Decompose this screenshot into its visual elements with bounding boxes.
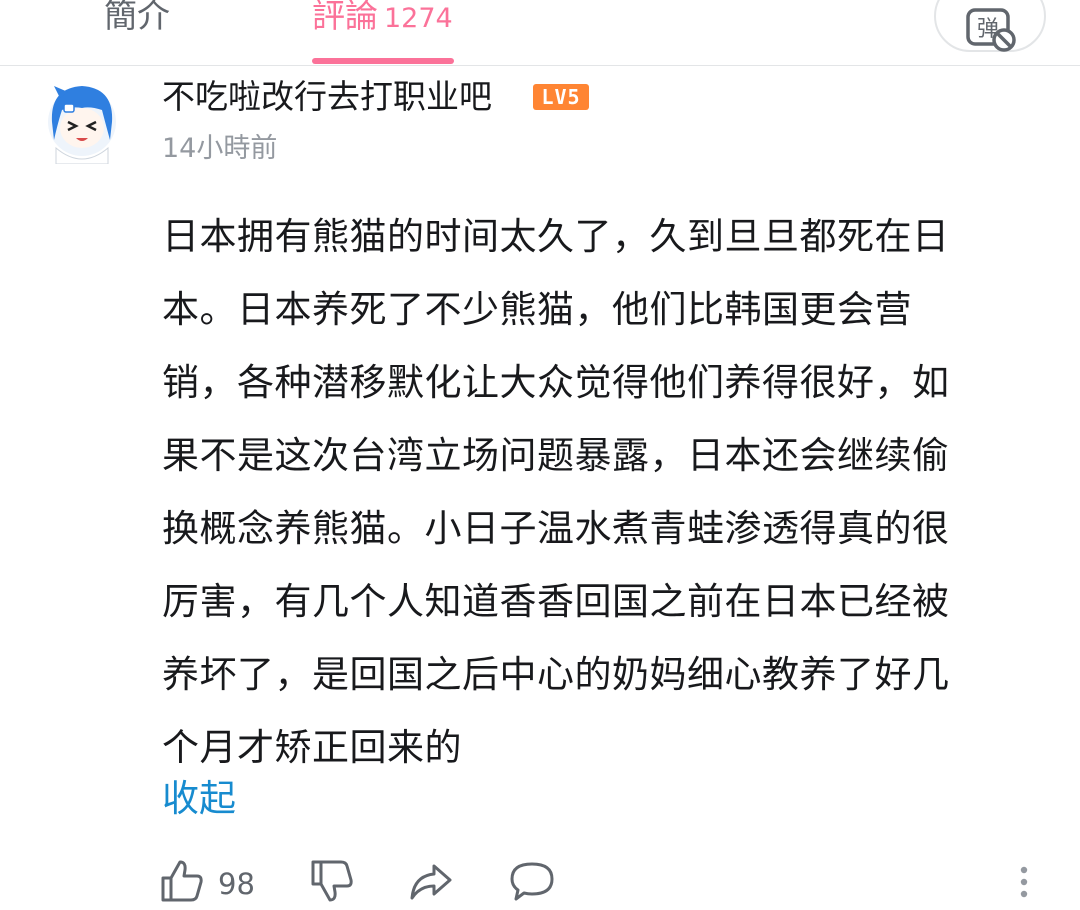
tab-comments[interactable]: 評論 1274 — [312, 0, 453, 41]
comment-line: 本。日本养死了不少熊猫，他们比韩国更会营 — [162, 288, 912, 331]
comment-bubble-icon — [510, 862, 554, 901]
comment-line: 日本拥有熊猫的时间太久了，久到旦旦都死在日 — [162, 215, 950, 258]
reply-button[interactable] — [508, 858, 556, 908]
avatar[interactable] — [44, 78, 120, 165]
share-button[interactable] — [408, 858, 454, 908]
like-button[interactable] — [160, 858, 204, 908]
dislike-button[interactable] — [310, 858, 354, 908]
comment-line: 养坏了，是回国之后中心的奶妈细心教养了好几 — [162, 653, 950, 696]
like-count: 98 — [218, 867, 255, 901]
active-tab-indicator — [312, 58, 454, 64]
comment-line: 厉害，有几个人知道香香回国之前在日本已经被 — [162, 580, 950, 623]
more-options-button[interactable] — [1014, 864, 1034, 908]
comment-line: 果不是这次台湾立场问题暴露，日本还会继续偷 — [162, 434, 950, 477]
danmaku-off-icon: 弹 — [966, 8, 1016, 52]
comment-line: 个月才矫正回来的 — [162, 726, 462, 769]
more-vertical-icon — [1020, 866, 1028, 898]
comment-actions: 98 — [0, 850, 1080, 910]
comment-username[interactable]: 不吃啦改行去打职业吧 — [162, 74, 492, 120]
tab-comments-label: 評論 — [312, 0, 378, 35]
comment-line: 销，各种潜移默化让大众觉得他们养得很好，如 — [162, 361, 950, 404]
comment-line: 换概念养熊猫。小日子温水煮青蛙渗透得真的很 — [162, 507, 950, 550]
user-level-badge: LV5 — [533, 84, 589, 110]
thumbs-down-icon — [311, 860, 353, 902]
comment-body: 日本拥有熊猫的时间太久了，久到旦旦都死在日 本。日本养死了不少熊猫，他们比韩国更… — [162, 200, 1030, 784]
comment-timestamp: 14小時前 — [162, 133, 278, 164]
tab-comments-count: 1274 — [384, 3, 453, 34]
thumbs-up-icon — [161, 860, 203, 902]
danmaku-toggle-button[interactable]: 弹 — [934, 0, 1046, 52]
collapse-button[interactable]: 收起 — [162, 774, 236, 824]
tab-bar: 簡介 評論 1274 弹 — [0, 0, 1080, 66]
tab-intro[interactable]: 簡介 — [104, 0, 170, 38]
share-icon — [410, 864, 452, 900]
